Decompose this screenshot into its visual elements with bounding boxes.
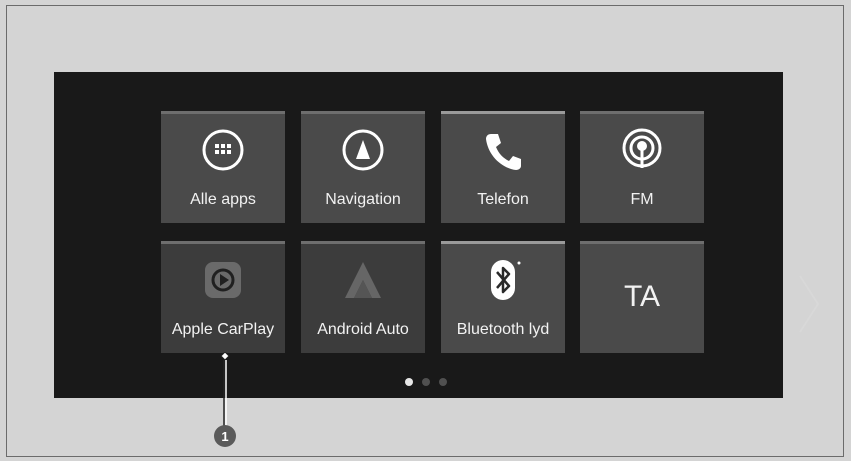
tile-label: Alle apps: [190, 191, 256, 208]
radio-icon: [580, 128, 704, 172]
tile-label: Telefon: [477, 191, 529, 208]
tile-label: TA: [623, 280, 661, 313]
callout-leader: [220, 352, 230, 430]
page-indicator: [405, 378, 447, 386]
tile-bluetooth-lyd[interactable]: Bluetooth lyd: [441, 241, 565, 353]
phone-icon: [441, 128, 565, 172]
tile-label: Apple CarPlay: [171, 321, 275, 338]
callout-badge: 1: [214, 425, 236, 447]
tile-navigation[interactable]: Navigation: [301, 111, 425, 223]
bluetooth-icon: [441, 258, 565, 302]
tile-apple-carplay[interactable]: Apple CarPlay: [161, 241, 285, 353]
page-dot-3[interactable]: [439, 378, 447, 386]
tile-alle-apps[interactable]: Alle apps: [161, 111, 285, 223]
tile-fm[interactable]: FM: [580, 111, 704, 223]
carplay-icon: [161, 258, 285, 302]
compass-icon: [301, 128, 425, 172]
page-dot-2[interactable]: [422, 378, 430, 386]
tile-ta[interactable]: TA: [580, 241, 704, 353]
page-dot-1[interactable]: [405, 378, 413, 386]
home-screen: Alle apps Navigation Telefon FM Apple Ca…: [54, 72, 820, 398]
grid-icon: [161, 128, 285, 172]
chevron-right-icon[interactable]: [794, 272, 824, 336]
tile-label: Navigation: [325, 191, 401, 208]
tile-label: Bluetooth lyd: [456, 321, 550, 338]
tile-label: FM: [630, 191, 654, 208]
android-auto-icon: [301, 258, 425, 302]
tile-telefon[interactable]: Telefon: [441, 111, 565, 223]
tile-android-auto[interactable]: Android Auto: [301, 241, 425, 353]
tile-label: Android Auto: [317, 321, 409, 338]
